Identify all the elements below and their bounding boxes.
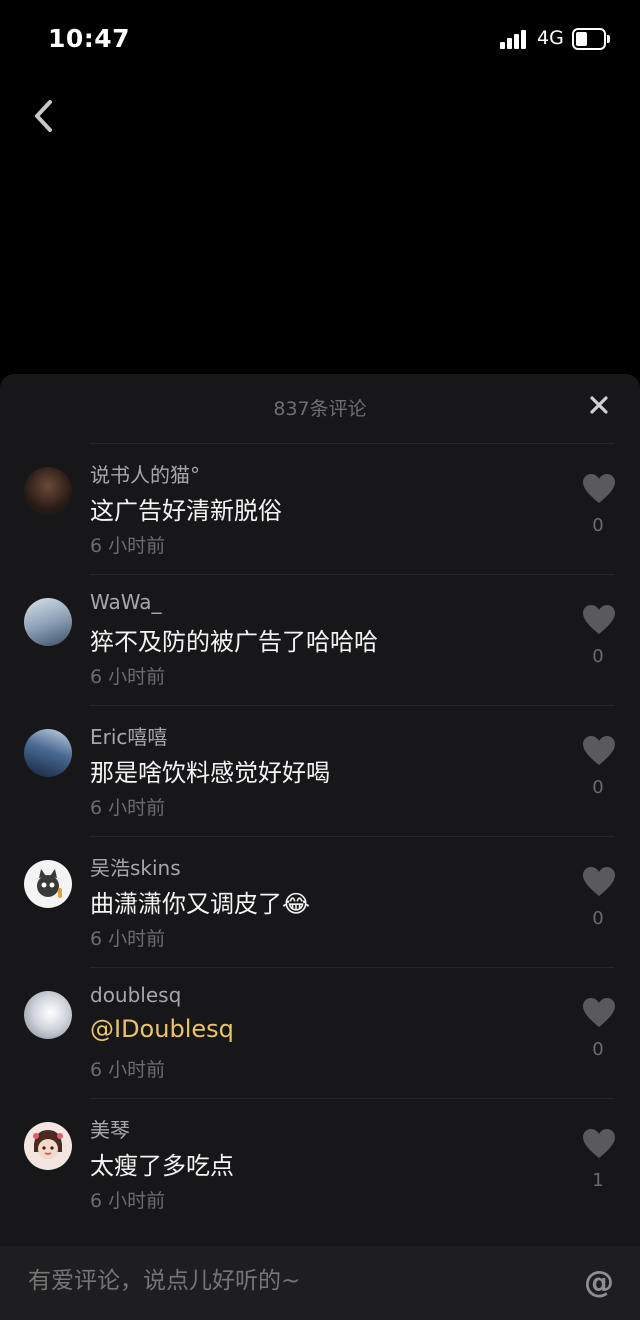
comment-text[interactable]: 太瘦了多吃点 — [90, 1146, 234, 1181]
heart-icon — [583, 867, 615, 896]
close-icon — [590, 396, 608, 414]
network-type: 4G — [537, 27, 564, 49]
back-button[interactable] — [28, 96, 64, 136]
divider — [90, 443, 614, 444]
like-button[interactable] — [582, 735, 616, 767]
like-count: 1 — [592, 1170, 604, 1191]
comment-text[interactable]: 猝不及防的被广告了哈哈哈 — [90, 622, 378, 657]
comment-item: WaWa_ 猝不及防的被广告了哈哈哈 6 小时前 0 — [0, 574, 640, 705]
like-button[interactable] — [582, 1128, 616, 1160]
comment-time: 6 小时前 — [90, 797, 166, 819]
comments-sheet: 837条评论 说书人的猫° 这广告好清新脱俗 6 小时前 0 WaWa_ 猝不及… — [0, 374, 640, 1320]
avatar[interactable] — [24, 860, 72, 908]
heart-icon — [583, 605, 615, 634]
heart-icon — [583, 474, 615, 503]
comment-time: 6 小时前 — [90, 1190, 166, 1212]
sheet-header: 837条评论 — [0, 374, 640, 436]
divider — [90, 1098, 614, 1099]
close-button[interactable] — [584, 390, 614, 420]
comment-time: 6 小时前 — [90, 535, 166, 557]
comment-time: 6 小时前 — [90, 1059, 166, 1081]
comment-username[interactable]: 说书人的猫° — [90, 459, 200, 488]
at-mention-icon[interactable]: @ — [582, 1266, 616, 1300]
like-count: 0 — [592, 646, 604, 667]
heart-icon — [583, 1129, 615, 1158]
divider — [90, 836, 614, 837]
comment-item: doublesq @IDoublesq 6 小时前 0 — [0, 967, 640, 1098]
like-button[interactable] — [582, 997, 616, 1029]
signal-icon — [500, 29, 530, 49]
like-button[interactable] — [582, 473, 616, 505]
like-button[interactable] — [582, 604, 616, 636]
heart-icon — [583, 998, 615, 1027]
comment-username[interactable]: 美琴 — [90, 1114, 130, 1143]
comment-text[interactable]: 这广告好清新脱俗 — [90, 491, 282, 526]
comment-item: 美琴 太瘦了多吃点 6 小时前 1 — [0, 1098, 640, 1229]
comment-time: 6 小时前 — [90, 666, 166, 688]
comment-time: 6 小时前 — [90, 928, 166, 950]
like-count: 0 — [592, 777, 604, 798]
comment-input-bar: @ — [0, 1246, 640, 1320]
comment-username[interactable]: 吴浩skins — [90, 852, 181, 881]
avatar[interactable] — [24, 1122, 72, 1170]
comment-username[interactable]: doublesq — [90, 983, 181, 1007]
comment-mention[interactable]: @IDoublesq — [90, 1015, 234, 1043]
like-button[interactable] — [582, 866, 616, 898]
divider — [90, 705, 614, 706]
divider — [90, 574, 614, 575]
like-count: 0 — [592, 515, 604, 536]
comment-item: Eric嘻嘻 那是啥饮料感觉好好喝 6 小时前 0 — [0, 705, 640, 836]
comment-item: 说书人的猫° 这广告好清新脱俗 6 小时前 0 — [0, 443, 640, 574]
comment-username[interactable]: WaWa_ — [90, 590, 162, 614]
comment-text[interactable]: 曲潇潇你又调皮了😂 — [90, 884, 310, 919]
status-time: 10:47 — [48, 24, 131, 53]
like-count: 0 — [592, 908, 604, 929]
avatar[interactable] — [24, 991, 72, 1039]
avatar[interactable] — [24, 729, 72, 777]
comment-item: 吴浩skins 曲潇潇你又调皮了😂 6 小时前 0 — [0, 836, 640, 967]
chevron-left-icon — [35, 100, 52, 132]
divider — [90, 967, 614, 968]
avatar[interactable] — [24, 467, 72, 515]
comment-username[interactable]: Eric嘻嘻 — [90, 721, 167, 750]
heart-icon — [583, 736, 615, 765]
battery-icon — [572, 28, 610, 50]
comment-text[interactable]: 那是啥饮料感觉好好喝 — [90, 753, 330, 788]
comment-count: 837条评论 — [273, 398, 367, 420]
like-count: 0 — [592, 1039, 604, 1060]
status-bar: 10:47 4G — [0, 0, 640, 80]
comment-input[interactable] — [28, 1268, 548, 1294]
avatar[interactable] — [24, 598, 72, 646]
